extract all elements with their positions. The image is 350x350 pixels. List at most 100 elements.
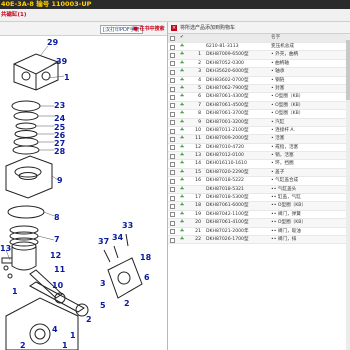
cart-icon[interactable]: ☘ <box>180 152 184 160</box>
cart-icon[interactable]: ☘ <box>180 202 184 210</box>
row-part-name: •• 阀门，吸油 <box>271 228 301 234</box>
row-part-number: DKH87061-6000型 <box>206 203 249 209</box>
exploded-parts-diagram[interactable]: 29 39 1 23 24 25 26 27 28 9 8 7 12 13 11… <box>0 36 167 350</box>
table-row[interactable]: ☘ 21 DKH87021-2000年 •• 阀门，吸油 <box>168 228 350 236</box>
cart-icon[interactable]: ☘ <box>180 228 184 236</box>
row-checkbox[interactable] <box>170 128 175 134</box>
table-row[interactable]: ☘ 22 DKH87026-1700型 •• 阀门，排 <box>168 235 350 245</box>
cart-icon[interactable]: ☘ <box>180 110 184 118</box>
subtitle-bar: 共磁缸(1) <box>0 9 350 22</box>
table-row[interactable]: ☘ 10 DKH87011-2100型 • 连接杆 A. <box>168 127 350 136</box>
cart-icon[interactable]: ☘ <box>180 211 184 219</box>
table-row[interactable]: ☘ 8 DKH87061-3700型 • O型圈（KB） <box>168 110 350 119</box>
table-row[interactable]: ☘ 20 DKH87061-4100型 •• O型圈（KB） <box>168 219 350 228</box>
row-part-name: • O型圈（KB） <box>271 94 304 100</box>
row-checkbox[interactable] <box>170 103 175 109</box>
row-checkbox[interactable] <box>170 86 175 92</box>
table-row[interactable]: ☘ 14 DKH016110-1610 • 环，挡圈 <box>168 160 350 169</box>
table-row[interactable]: ☘ 13 DKH87012-0100 • 销，活塞 <box>168 152 350 161</box>
cart-icon[interactable]: ☘ <box>180 60 184 68</box>
table-row[interactable]: ☘ 9 DKH87001-3200型 • 汽缸 <box>168 118 350 127</box>
row-checkbox[interactable] <box>170 136 175 142</box>
table-row[interactable]: ☘ 17 DKH87018-5300型 •• 缸盖，气缸 <box>168 194 350 203</box>
cart-icon[interactable]: ☘ <box>180 119 184 127</box>
row-checkbox[interactable] <box>170 162 175 168</box>
row-checkbox[interactable] <box>170 204 175 210</box>
cart-icon[interactable]: ☘ <box>180 85 184 93</box>
gasket-drawing <box>7 205 45 219</box>
row-checkbox[interactable] <box>170 153 175 159</box>
row-checkbox[interactable] <box>170 52 175 58</box>
row-number: 13 <box>195 153 201 159</box>
close-icon[interactable]: × <box>171 25 177 31</box>
cart-icon[interactable]: ☘ <box>180 236 184 244</box>
cart-icon[interactable]: ☘ <box>180 177 184 185</box>
row-checkbox[interactable] <box>170 178 175 184</box>
table-row[interactable]: ☘ 19 DKH87042-1100型 •• 阀门，弹簧 <box>168 211 350 220</box>
table-row[interactable]: ☘ 15 DKH87020-2290型 • 盖子 <box>168 168 350 178</box>
callout-9: 9 <box>57 176 63 185</box>
cart-icon[interactable]: ☘ <box>180 127 184 135</box>
row-part-name: 变压机总成 <box>271 44 294 49</box>
table-row[interactable]: ☘ 7 DKH87061-4500型 • O型圈（KB） <box>168 101 350 111</box>
find-in-book-button[interactable]: ■ 在书中搜索 <box>131 25 166 34</box>
row-checkbox[interactable] <box>170 145 175 151</box>
table-row[interactable]: ☘ 5 DKH87062-7900型 • 封塞 <box>168 84 350 94</box>
row-number: 14 <box>195 161 201 167</box>
cart-icon[interactable]: ☘ <box>180 102 184 110</box>
cart-icon[interactable]: ☘ <box>180 68 184 76</box>
table-row[interactable]: ☘ 11 DKH87009-2000型 • 活塞 <box>168 135 350 144</box>
callout-24: 24 <box>54 114 66 123</box>
row-part-name: • O型圈（KB） <box>271 102 304 108</box>
cart-icon[interactable]: ☘ <box>180 144 184 152</box>
add-to-cart-header: 将所选产品添加到购物车 <box>180 25 236 31</box>
vertical-scrollbar[interactable] <box>346 34 350 350</box>
table-row[interactable]: ☘ 1 DKH87009-6500型 • 外壳，曲柄 <box>168 51 350 60</box>
cart-icon[interactable]: ☘ <box>180 93 184 101</box>
cart-icon[interactable]: ☘ <box>180 51 184 59</box>
table-row[interactable]: ☘ 12 DKH87010-4720 • 戒指，活塞 <box>168 144 350 153</box>
row-part-number: DKH87062-7900型 <box>206 85 249 91</box>
table-row[interactable]: ☘ DKH87018-5321 •• 气缸盖头 <box>168 185 350 195</box>
row-part-name: •• 缸盖，气缸 <box>271 195 301 201</box>
row-checkbox[interactable] <box>170 78 175 84</box>
table-row[interactable]: ☘ 2 DKH87052-0300 • 曲柄轴 <box>168 60 350 69</box>
table-row[interactable]: ☘ 4 DKH83602-0700型 • 钢链 <box>168 77 350 85</box>
table-row[interactable]: ☘ 3 DKH35620-6000型 • 轴承 <box>168 68 350 77</box>
row-checkbox[interactable] <box>170 69 175 75</box>
callout-23: 23 <box>54 101 65 110</box>
row-part-number: DKH87052-0300 <box>206 60 244 66</box>
table-row[interactable]: ☘ 6 DKH87061-4300型 • O型圈（KB） <box>168 93 350 102</box>
row-checkbox[interactable] <box>170 44 175 50</box>
cart-icon[interactable]: ☘ <box>180 169 184 177</box>
row-checkbox[interactable] <box>170 61 175 67</box>
row-checkbox[interactable] <box>170 111 175 117</box>
row-checkbox[interactable] <box>170 187 175 193</box>
table-row[interactable]: ☘ 6210-81-3113 变压机总成 <box>168 43 350 52</box>
scrollbar-thumb[interactable] <box>346 40 350 100</box>
callout-1-top: 1 <box>64 73 70 82</box>
cart-icon[interactable]: ☘ <box>180 43 184 51</box>
row-checkbox[interactable] <box>170 220 175 226</box>
table-row[interactable]: ☘ 16 DKH87018-5222 • 气缸盖合成 <box>168 177 350 186</box>
row-checkbox[interactable] <box>170 120 175 126</box>
cart-icon[interactable]: ☘ <box>180 186 184 194</box>
cart-icon[interactable]: ☘ <box>180 160 184 168</box>
select-all-checkbox[interactable] <box>170 35 175 41</box>
cart-icon[interactable]: ☘ <box>180 135 184 143</box>
callout-3: 3 <box>100 279 106 288</box>
row-part-number: DKH87020-2290型 <box>206 169 249 175</box>
page-title: 40E-3A-8 输号 110003-UP <box>1 0 92 8</box>
row-checkbox[interactable] <box>170 195 175 201</box>
cart-icon[interactable]: ☘ <box>180 194 184 202</box>
row-checkbox[interactable] <box>170 229 175 235</box>
row-part-number: DKH87009-2000型 <box>206 136 249 142</box>
row-checkbox[interactable] <box>170 237 175 243</box>
row-checkbox[interactable] <box>170 170 175 176</box>
table-row[interactable]: ☘ 18 DKH87061-6000型 •• O型圈（KB） <box>168 202 350 211</box>
row-checkbox[interactable] <box>170 94 175 100</box>
cart-icon[interactable]: ☘ <box>180 77 184 85</box>
cart-icon[interactable]: ☘ <box>180 219 184 227</box>
row-part-number: DKH87042-1100型 <box>206 211 249 217</box>
row-checkbox[interactable] <box>170 212 175 218</box>
